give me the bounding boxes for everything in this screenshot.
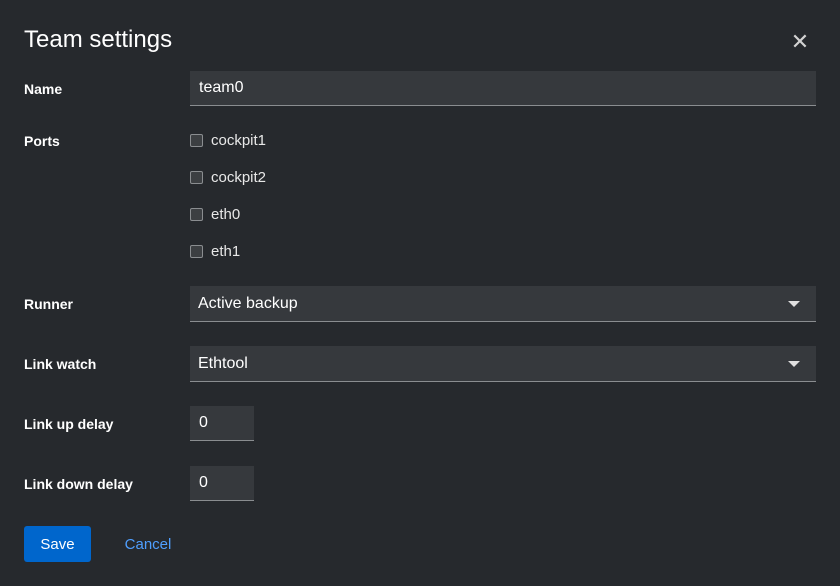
name-label: Name (24, 81, 63, 97)
port-checkbox[interactable] (190, 171, 203, 184)
link-up-delay-input[interactable] (190, 406, 254, 441)
link-watch-value: Ethtool (198, 354, 248, 372)
port-option-eth1[interactable]: eth1 (190, 243, 240, 260)
runner-label: Runner (24, 296, 73, 312)
runner-value: Active backup (198, 294, 298, 312)
link-down-delay-label: Link down delay (24, 476, 133, 492)
port-option-cockpit2[interactable]: cockpit2 (190, 169, 266, 186)
port-label: eth1 (211, 243, 241, 260)
link-down-delay-input[interactable] (190, 466, 254, 501)
save-button[interactable]: Save (24, 526, 91, 562)
name-input[interactable] (190, 71, 816, 106)
caret-down-icon (788, 360, 800, 367)
port-option-cockpit1[interactable]: cockpit1 (190, 132, 266, 149)
close-icon[interactable]: ✕ (788, 30, 812, 54)
port-checkbox[interactable] (190, 245, 203, 258)
cancel-button[interactable]: Cancel (107, 526, 189, 562)
ports-label: Ports (24, 133, 60, 149)
caret-down-icon (788, 300, 800, 307)
link-watch-label: Link watch (24, 356, 97, 372)
link-up-delay-label: Link up delay (24, 416, 114, 432)
port-label: cockpit2 (211, 169, 267, 186)
port-label: eth0 (211, 206, 241, 223)
port-label: cockpit1 (211, 132, 267, 149)
port-option-eth0[interactable]: eth0 (190, 206, 240, 223)
link-watch-select[interactable]: Ethtool (190, 346, 816, 382)
port-checkbox[interactable] (190, 134, 203, 147)
port-checkbox[interactable] (190, 208, 203, 221)
dialog-title: Team settings (24, 26, 173, 53)
runner-select[interactable]: Active backup (190, 286, 816, 322)
team-settings-dialog: Team settings ✕ Name Ports cockpit1 cock… (0, 0, 840, 586)
